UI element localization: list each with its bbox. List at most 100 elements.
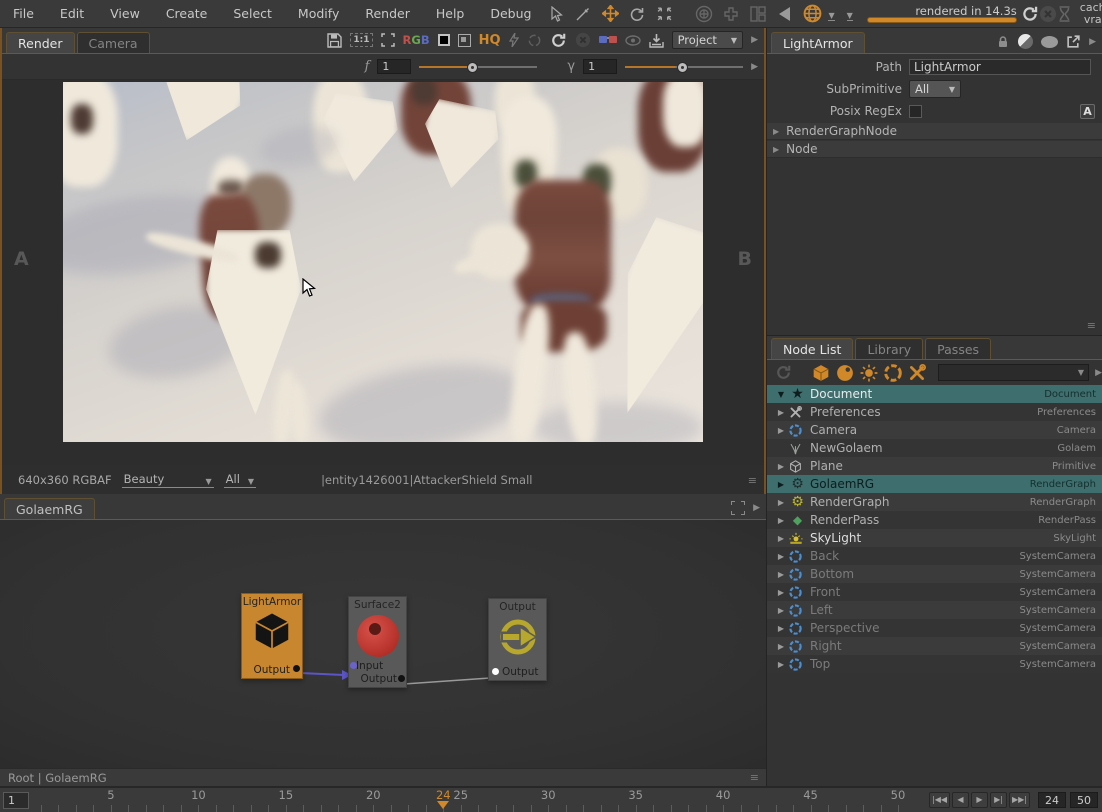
gamma-slider[interactable] xyxy=(625,61,743,73)
end-frame-field[interactable]: 50 xyxy=(1070,792,1098,808)
save-icon[interactable] xyxy=(327,33,342,48)
external-link-icon[interactable] xyxy=(1066,34,1081,49)
tree-row-rendergraph[interactable]: ▶⚙RenderGraphRenderGraph xyxy=(767,493,1102,511)
tree-row-back[interactable]: ▶BackSystemCamera xyxy=(767,547,1102,565)
posix-regex-checkbox[interactable] xyxy=(909,105,922,118)
expand-arrow[interactable]: ▶ xyxy=(773,552,789,561)
expand-arrow[interactable]: ▶ xyxy=(773,516,789,525)
tree-row-perspective[interactable]: ▶PerspectiveSystemCamera xyxy=(767,619,1102,637)
abort-icon[interactable] xyxy=(1039,4,1057,24)
timeline-start-field[interactable]: 1 xyxy=(3,792,29,809)
tree-row-front[interactable]: ▶FrontSystemCamera xyxy=(767,583,1102,601)
tree-row-preferences[interactable]: ▶PreferencesPreferences xyxy=(767,403,1102,421)
tab-camera[interactable]: Camera xyxy=(77,32,150,53)
fullscreen-icon[interactable] xyxy=(731,501,745,515)
one-to-one-icon[interactable]: 1:1 xyxy=(350,33,372,47)
step-back-button[interactable]: ◀ xyxy=(952,792,969,808)
section-rendergraphnode[interactable]: ▶ RenderGraphNode xyxy=(767,123,1102,140)
expand-arrow[interactable]: ▶ xyxy=(773,534,789,543)
menu-render[interactable]: Render xyxy=(352,0,423,27)
node-graph-canvas[interactable]: LightArmor Output Surface2 Input Output xyxy=(0,520,766,768)
expand-arrow[interactable]: ▶ xyxy=(773,642,789,651)
target-icon[interactable] xyxy=(694,4,714,24)
sphere-icon[interactable] xyxy=(836,364,854,382)
panel-menu-arrow[interactable]: ▶ xyxy=(1095,368,1102,378)
light-icon[interactable] xyxy=(860,364,878,382)
menu-help[interactable]: Help xyxy=(423,0,478,27)
timeline-ruler[interactable]: 510152025303540455024 xyxy=(29,788,925,812)
panel-resize-grip[interactable]: ≡ xyxy=(750,771,758,784)
expand-arrow[interactable]: ▶ xyxy=(773,624,789,633)
expand-arrow[interactable]: ▶ xyxy=(773,588,789,597)
stereo-glasses-icon[interactable] xyxy=(599,35,617,46)
pointer-icon[interactable] xyxy=(546,4,566,24)
tree-row-golaemrg[interactable]: ▶⚙GolaemRGRenderGraph xyxy=(767,475,1102,493)
slider-menu-arrow[interactable]: ▶ xyxy=(751,62,758,72)
context-dropdown-2[interactable]: ▼ xyxy=(847,7,853,21)
step-forward-button[interactable]: ▶| xyxy=(990,792,1007,808)
menu-create[interactable]: Create xyxy=(153,0,221,27)
tab-library[interactable]: Library xyxy=(855,338,923,359)
expand-arrow[interactable]: ▶ xyxy=(773,606,789,615)
breadcrumb[interactable]: Root | GolaemRG xyxy=(8,771,107,785)
subprimitive-dropdown[interactable]: All▼ xyxy=(909,80,961,98)
eye-icon[interactable] xyxy=(625,35,641,46)
pen-icon[interactable] xyxy=(573,4,593,24)
expand-arrow[interactable]: ▶ xyxy=(773,480,789,489)
back-triangle-icon[interactable] xyxy=(775,4,795,24)
expand-arrow[interactable]: ▼ xyxy=(773,390,789,399)
panel-resize-grip[interactable]: ≡ xyxy=(1087,319,1095,332)
node-lightarmor[interactable]: LightArmor Output xyxy=(241,593,303,679)
tree-row-newgolaem[interactable]: NewGolaemGolaem xyxy=(767,439,1102,457)
refresh-render-icon[interactable] xyxy=(550,32,567,49)
expand-arrow[interactable]: ▶ xyxy=(773,462,789,471)
layer-dropdown[interactable]: Beauty▼ xyxy=(122,472,214,488)
region-icon[interactable] xyxy=(458,34,471,47)
expand-arrow[interactable]: ▶ xyxy=(773,426,789,435)
refresh-icon[interactable] xyxy=(775,364,792,381)
loop-icon[interactable] xyxy=(527,33,542,48)
tree-row-plane[interactable]: ▶PlanePrimitive xyxy=(767,457,1102,475)
geometry-icon[interactable] xyxy=(812,364,830,382)
tools-icon[interactable] xyxy=(908,364,926,382)
node-surface2[interactable]: Surface2 Input Output xyxy=(348,596,407,688)
tree-row-left[interactable]: ▶LeftSystemCamera xyxy=(767,601,1102,619)
solid-ball-icon[interactable] xyxy=(1041,36,1058,48)
exposure-slider[interactable] xyxy=(419,61,537,73)
menu-modify[interactable]: Modify xyxy=(285,0,352,27)
expand-arrow[interactable]: ▶ xyxy=(773,145,779,154)
panel-menu-arrow[interactable]: ▶ xyxy=(1089,37,1096,47)
refresh-icon[interactable] xyxy=(1021,4,1039,24)
menu-select[interactable]: Select xyxy=(220,0,285,27)
expand-arrow[interactable]: ▶ xyxy=(773,498,789,507)
panel-menu-arrow[interactable]: ▶ xyxy=(753,503,760,513)
port-dot[interactable] xyxy=(398,675,405,682)
fit-icon[interactable] xyxy=(381,33,395,47)
project-dropdown[interactable]: Project▼ xyxy=(672,31,744,49)
layout-icon[interactable] xyxy=(748,4,768,24)
expand-arrow[interactable]: ▶ xyxy=(773,660,789,669)
port-output[interactable]: Output xyxy=(502,666,538,678)
panel-resize-grip[interactable]: ≡ xyxy=(748,474,756,487)
port-dot[interactable] xyxy=(293,665,300,672)
node-search-dropdown[interactable]: ▼ xyxy=(938,364,1089,381)
snap-icon[interactable] xyxy=(654,4,674,24)
tab-node-list[interactable]: Node List xyxy=(771,338,853,359)
tree-row-bottom[interactable]: ▶BottomSystemCamera xyxy=(767,565,1102,583)
menu-edit[interactable]: Edit xyxy=(47,0,97,27)
export-icon[interactable] xyxy=(649,33,664,48)
background-icon[interactable] xyxy=(438,34,450,46)
tree-row-camera[interactable]: ▶CameraCamera xyxy=(767,421,1102,439)
lock-icon[interactable] xyxy=(996,35,1010,49)
port-input[interactable]: Input xyxy=(356,660,383,672)
rotate-icon[interactable] xyxy=(627,4,647,24)
hq-icon[interactable]: HQ xyxy=(479,33,501,48)
camera-icon[interactable] xyxy=(884,364,902,382)
menu-debug[interactable]: Debug xyxy=(477,0,544,27)
tab-lightarmor[interactable]: LightArmor xyxy=(771,32,865,53)
globe-icon[interactable] xyxy=(802,4,822,24)
tree-row-right[interactable]: ▶RightSystemCamera xyxy=(767,637,1102,655)
expression-a-button[interactable]: A xyxy=(1080,104,1095,119)
section-node[interactable]: ▶ Node xyxy=(767,141,1102,158)
tree-row-top[interactable]: ▶TopSystemCamera xyxy=(767,655,1102,673)
